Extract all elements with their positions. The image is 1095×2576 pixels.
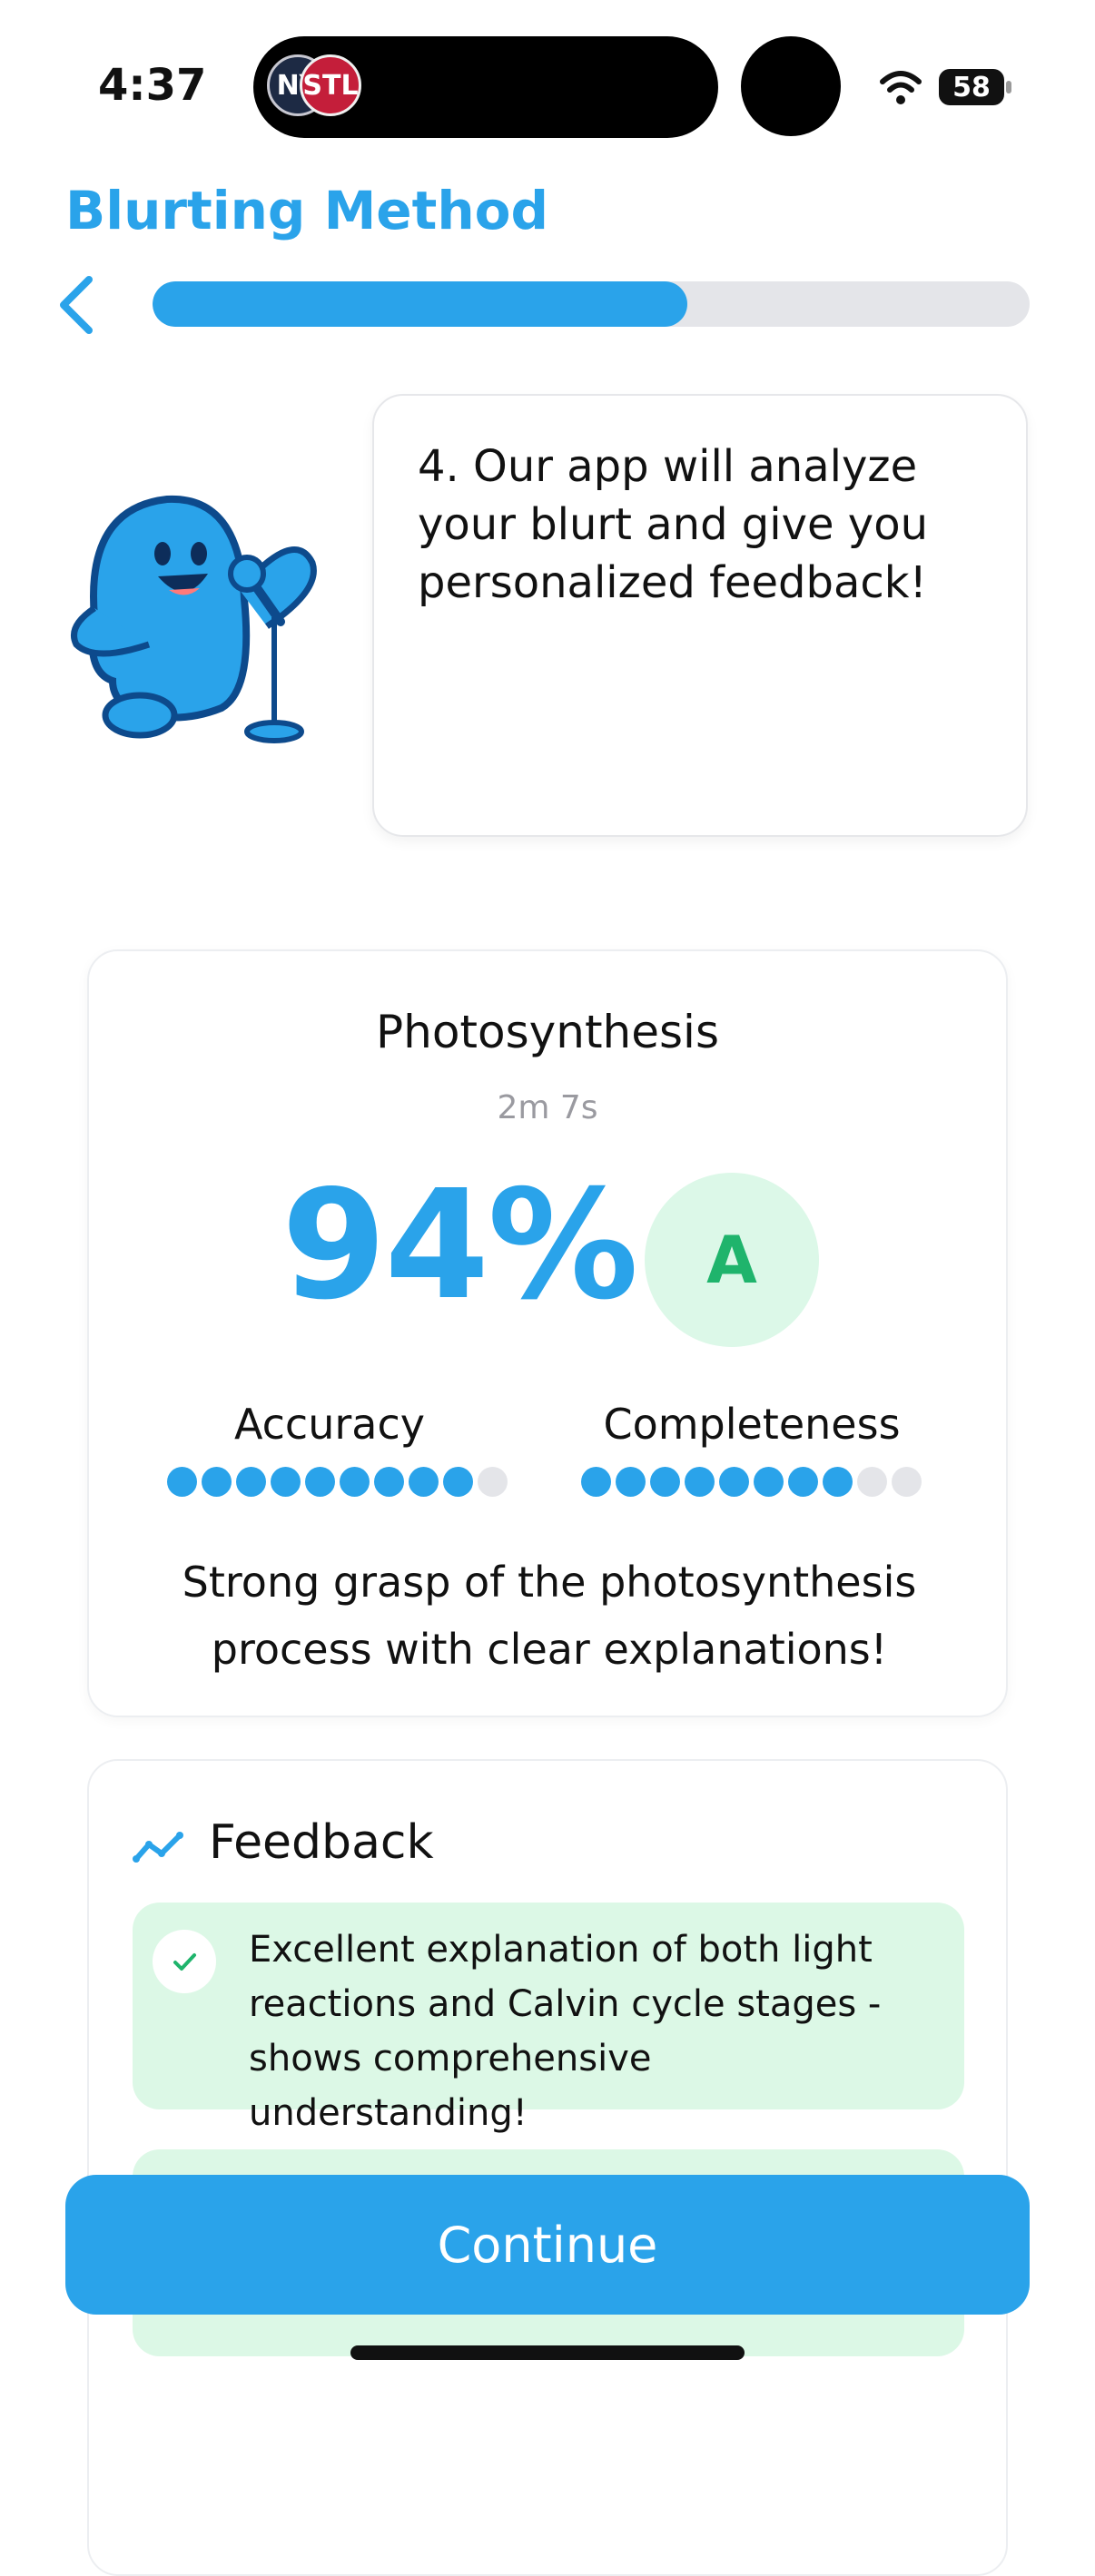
accuracy-label: Accuracy	[233, 1400, 425, 1449]
check-icon	[153, 1930, 216, 1993]
speech-text: 4. Our app will analyze your blurt and g…	[418, 441, 928, 608]
step-progress-bar	[153, 281, 1030, 327]
result-topic: Photosynthesis	[375, 1006, 719, 1058]
front-camera	[741, 36, 841, 136]
rating-dot	[202, 1467, 232, 1497]
grade-badge: A	[645, 1173, 819, 1347]
result-summary: Strong grasp of the photosynthesis proce…	[182, 1558, 917, 1674]
rating-dot	[374, 1467, 404, 1497]
status-time: 4:37	[98, 60, 207, 111]
rating-dot	[857, 1467, 887, 1497]
result-score: 94%	[281, 1158, 638, 1333]
rating-dot	[754, 1467, 784, 1497]
rating-dot	[616, 1467, 646, 1497]
feedback-item-text: Excellent explanation of both light reac…	[249, 1929, 882, 2134]
rating-dot	[719, 1467, 749, 1497]
home-indicator	[350, 2345, 745, 2360]
rating-dot	[443, 1467, 473, 1497]
trend-line-icon	[133, 1832, 183, 1863]
rating-dot	[685, 1467, 715, 1497]
rating-dot	[478, 1467, 508, 1497]
page-title: Blurting Method	[65, 180, 549, 241]
feedback-title: Feedback	[209, 1815, 434, 1870]
rating-dot	[409, 1467, 439, 1497]
rating-dot	[650, 1467, 680, 1497]
rating-dot	[167, 1467, 197, 1497]
result-card: Photosynthesis 2m 7s 94% A Accuracy Comp…	[87, 949, 1008, 1717]
mascot-with-microphone-icon	[71, 495, 317, 743]
back-chevron-icon[interactable]	[54, 274, 98, 336]
step-progress-fill	[153, 281, 688, 327]
feedback-item: Excellent explanation of both light reac…	[133, 1903, 964, 2134]
wifi-icon	[880, 71, 922, 104]
completeness-dots	[581, 1467, 922, 1497]
feedback-card: Feedback Excellent explanation of both l…	[87, 1759, 1008, 2576]
rating-dot	[581, 1467, 611, 1497]
result-time: 2m 7s	[497, 1089, 598, 1126]
rating-dot	[271, 1467, 301, 1497]
rating-dot	[236, 1467, 266, 1497]
continue-button[interactable]: Continue	[65, 2175, 1030, 2315]
rating-dot	[305, 1467, 335, 1497]
battery-cap	[1006, 81, 1011, 93]
battery-icon: 58	[939, 69, 1004, 105]
rating-dot	[340, 1467, 370, 1497]
accuracy-dots	[167, 1467, 508, 1497]
team-logo-stl: STL	[300, 54, 361, 116]
completeness-label: Completeness	[603, 1400, 901, 1449]
rating-dot	[892, 1467, 922, 1497]
rating-dot	[823, 1467, 853, 1497]
speech-card: 4. Our app will analyze your blurt and g…	[372, 394, 1028, 837]
rating-dot	[788, 1467, 818, 1497]
